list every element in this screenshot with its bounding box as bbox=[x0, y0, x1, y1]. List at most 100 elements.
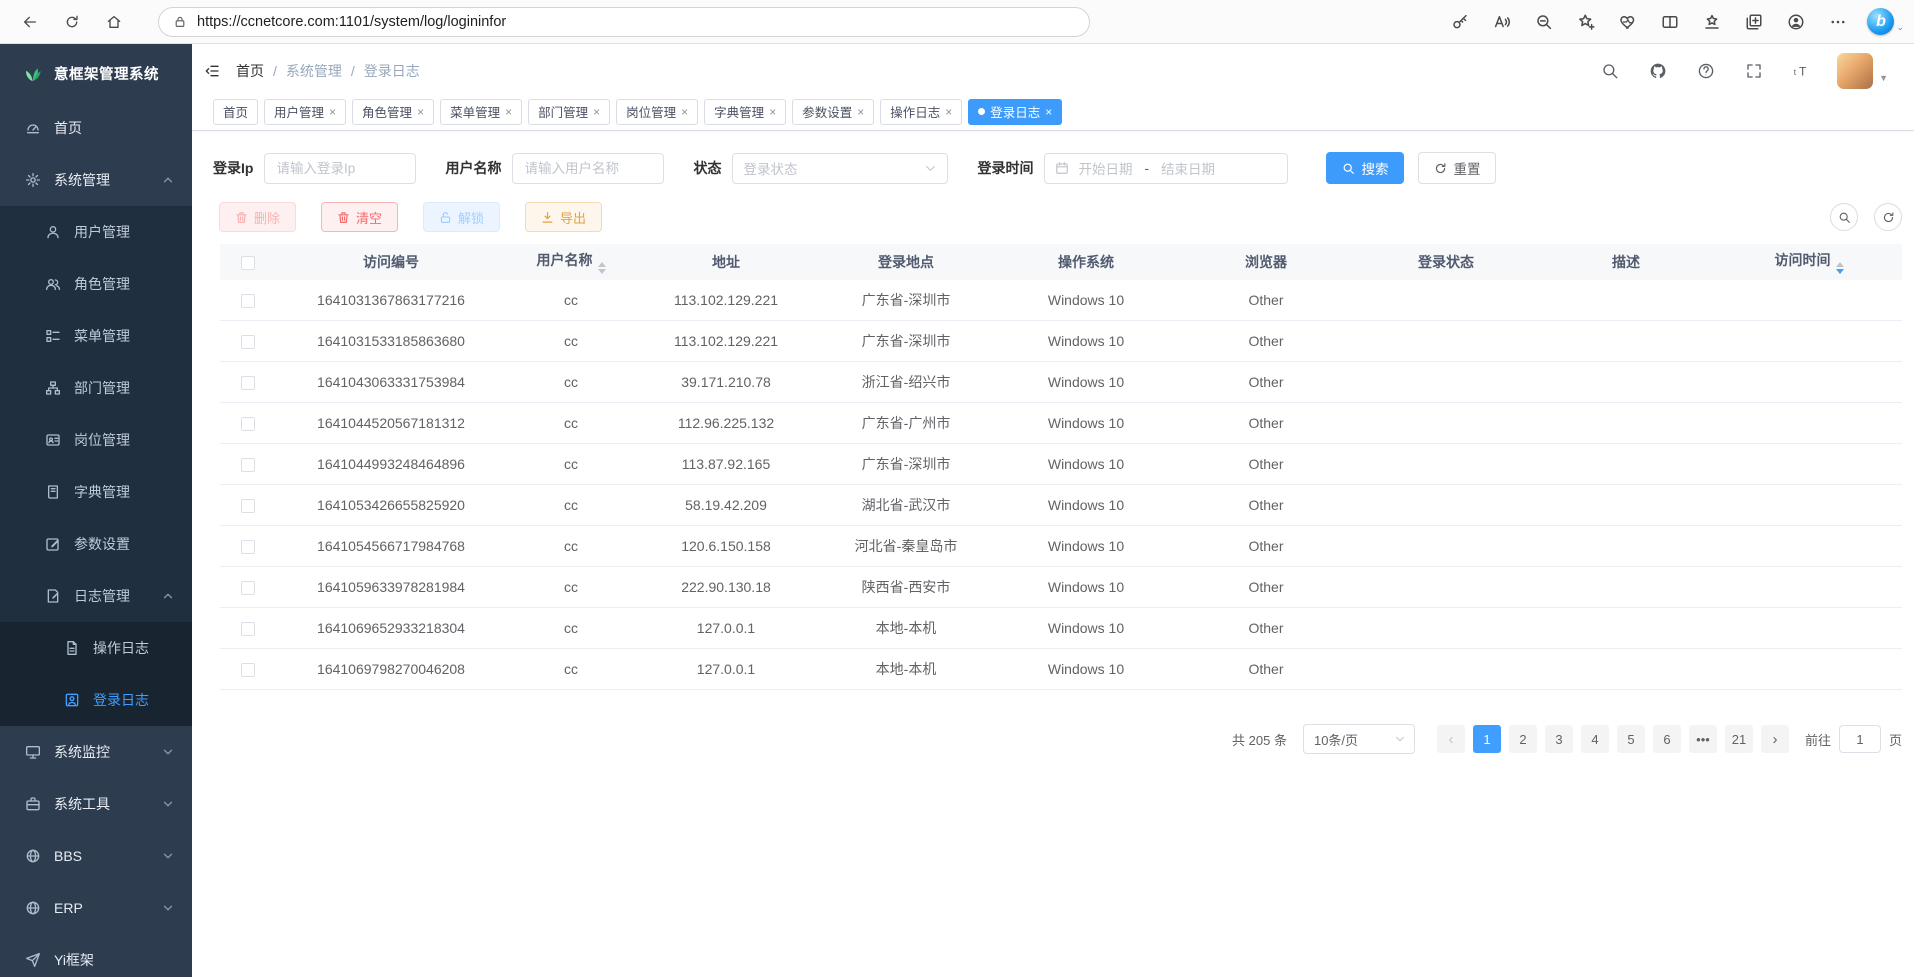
prev-page-button[interactable]: ‹ bbox=[1437, 725, 1465, 753]
close-tab-icon[interactable]: × bbox=[505, 106, 512, 118]
sidebar-item-1[interactable]: 系统管理 bbox=[0, 154, 192, 206]
page-button-1[interactable]: 1 bbox=[1473, 725, 1501, 753]
next-page-button[interactable]: › bbox=[1761, 725, 1789, 753]
favorites-bar-icon[interactable] bbox=[1703, 13, 1721, 31]
sidebar-item-10[interactable]: 操作日志 bbox=[0, 622, 192, 674]
search-button[interactable]: 搜索 bbox=[1326, 152, 1404, 184]
page-button-2[interactable]: 2 bbox=[1509, 725, 1537, 753]
page-button-5[interactable]: 5 bbox=[1617, 725, 1645, 753]
search-circle-button[interactable] bbox=[1830, 203, 1858, 231]
goto-page-input[interactable] bbox=[1839, 725, 1881, 753]
page-size-select[interactable]: 10条/页 bbox=[1303, 724, 1415, 754]
sidebar-item-16[interactable]: Yi框架 bbox=[0, 934, 192, 977]
row-checkbox[interactable] bbox=[241, 499, 255, 513]
fullscreen-icon[interactable] bbox=[1745, 62, 1763, 80]
close-tab-icon[interactable]: × bbox=[681, 106, 688, 118]
close-tab-icon[interactable]: × bbox=[857, 106, 864, 118]
ip-input[interactable] bbox=[264, 153, 416, 184]
row-checkbox[interactable] bbox=[241, 458, 255, 472]
sidebar-item-7[interactable]: 字典管理 bbox=[0, 466, 192, 518]
read-aloud-icon[interactable] bbox=[1493, 13, 1511, 31]
collections-icon[interactable] bbox=[1745, 13, 1763, 31]
page-button-3[interactable]: 3 bbox=[1545, 725, 1573, 753]
column-header-8[interactable]: 访问时间 bbox=[1716, 250, 1902, 274]
page-button-6[interactable]: 6 bbox=[1653, 725, 1681, 753]
tab-4[interactable]: 部门管理 × bbox=[528, 99, 610, 125]
column-header-1[interactable]: 用户名称 bbox=[506, 250, 636, 274]
sidebar-item-6[interactable]: 岗位管理 bbox=[0, 414, 192, 466]
app-logo[interactable]: 意框架管理系统 bbox=[0, 44, 192, 102]
key-icon[interactable] bbox=[1451, 13, 1469, 31]
tab-6[interactable]: 字典管理 × bbox=[704, 99, 786, 125]
sidebar-item-12[interactable]: 系统监控 bbox=[0, 726, 192, 778]
close-tab-icon[interactable]: × bbox=[945, 106, 952, 118]
row-checkbox[interactable] bbox=[241, 663, 255, 677]
home-icon[interactable] bbox=[106, 14, 122, 30]
search-icon[interactable] bbox=[1601, 62, 1619, 80]
refresh-circle-button[interactable] bbox=[1874, 203, 1902, 231]
row-checkbox[interactable] bbox=[241, 376, 255, 390]
tab-2[interactable]: 角色管理 × bbox=[352, 99, 434, 125]
tab-8[interactable]: 操作日志 × bbox=[880, 99, 962, 125]
fold-menu-icon[interactable] bbox=[204, 63, 220, 79]
avatar[interactable] bbox=[1837, 53, 1873, 89]
row-checkbox[interactable] bbox=[241, 417, 255, 431]
tab-5[interactable]: 岗位管理 × bbox=[616, 99, 698, 125]
sidebar-item-2[interactable]: 用户管理 bbox=[0, 206, 192, 258]
chevron-down-icon[interactable]: ▼ bbox=[1879, 73, 1888, 83]
split-screen-icon[interactable] bbox=[1661, 13, 1679, 31]
cell-r7c4: Windows 10 bbox=[996, 579, 1176, 595]
reset-button[interactable]: 重置 bbox=[1418, 152, 1496, 184]
chevron-down-icon[interactable]: ⌄ bbox=[1896, 22, 1904, 35]
row-checkbox[interactable] bbox=[241, 581, 255, 595]
status-select[interactable]: 登录状态 bbox=[732, 153, 948, 184]
sidebar-item-0[interactable]: 首页 bbox=[0, 102, 192, 154]
date-range-picker[interactable]: 开始日期 - 结束日期 bbox=[1044, 153, 1288, 184]
sidebar-item-3[interactable]: 角色管理 bbox=[0, 258, 192, 310]
username-input[interactable] bbox=[512, 153, 664, 184]
sidebar-item-14[interactable]: BBS bbox=[0, 830, 192, 882]
question-icon[interactable] bbox=[1697, 62, 1715, 80]
address-bar[interactable]: https://ccnetcore.com:1101/system/log/lo… bbox=[158, 7, 1090, 37]
row-checkbox[interactable] bbox=[241, 622, 255, 636]
close-tab-icon[interactable]: × bbox=[769, 106, 776, 118]
close-tab-icon[interactable]: × bbox=[593, 106, 600, 118]
breadcrumb-home[interactable]: 首页 bbox=[236, 61, 264, 81]
zoom-out-icon[interactable] bbox=[1535, 13, 1553, 31]
more-pages-button[interactable]: ••• bbox=[1689, 725, 1717, 753]
github-icon[interactable] bbox=[1649, 62, 1667, 80]
tab-0[interactable]: 首页 bbox=[213, 99, 258, 125]
row-checkbox[interactable] bbox=[241, 540, 255, 554]
sidebar-item-9[interactable]: 日志管理 bbox=[0, 570, 192, 622]
row-checkbox[interactable] bbox=[241, 294, 255, 308]
profile-icon[interactable] bbox=[1787, 13, 1805, 31]
more-icon[interactable] bbox=[1829, 13, 1847, 31]
sidebar-item-8[interactable]: 参数设置 bbox=[0, 518, 192, 570]
sidebar-item-5[interactable]: 部门管理 bbox=[0, 362, 192, 414]
sidebar-item-11[interactable]: 登录日志 bbox=[0, 674, 192, 726]
删除-button[interactable]: 删除 bbox=[219, 202, 296, 232]
close-tab-icon[interactable]: × bbox=[417, 106, 424, 118]
essentials-icon[interactable] bbox=[1619, 13, 1637, 31]
reload-icon[interactable] bbox=[64, 14, 80, 30]
favorite-add-icon[interactable] bbox=[1577, 13, 1595, 31]
select-all-checkbox[interactable] bbox=[241, 256, 255, 270]
close-tab-icon[interactable]: × bbox=[1045, 106, 1052, 118]
清空-button[interactable]: 清空 bbox=[321, 202, 398, 232]
sidebar-item-13[interactable]: 系统工具 bbox=[0, 778, 192, 830]
tab-7[interactable]: 参数设置 × bbox=[792, 99, 874, 125]
page-button-4[interactable]: 4 bbox=[1581, 725, 1609, 753]
sidebar-item-4[interactable]: 菜单管理 bbox=[0, 310, 192, 362]
tab-3[interactable]: 菜单管理 × bbox=[440, 99, 522, 125]
tab-9[interactable]: 登录日志 × bbox=[968, 99, 1062, 125]
sidebar-item-15[interactable]: ERP bbox=[0, 882, 192, 934]
导出-button[interactable]: 导出 bbox=[525, 202, 602, 232]
解锁-button[interactable]: 解锁 bbox=[423, 202, 500, 232]
back-icon[interactable] bbox=[22, 14, 38, 30]
close-tab-icon[interactable]: × bbox=[329, 106, 336, 118]
font-size-icon[interactable] bbox=[1793, 62, 1811, 80]
bing-icon[interactable]: b bbox=[1867, 8, 1894, 35]
row-checkbox[interactable] bbox=[241, 335, 255, 349]
tab-1[interactable]: 用户管理 × bbox=[264, 99, 346, 125]
page-button-21[interactable]: 21 bbox=[1725, 725, 1753, 753]
